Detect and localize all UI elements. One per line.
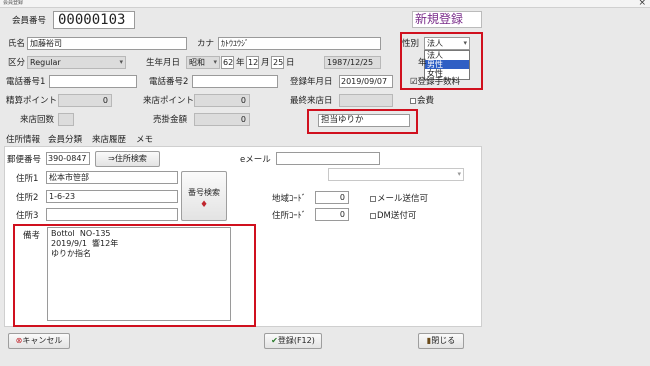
fee-label: 会費 [417,96,435,106]
day-unit: 日 [286,58,295,68]
note-line-1: Bottol NO-135 [51,229,111,238]
gender-selected-value: 法人 [427,39,443,48]
birth-date-display: 1987/12/25 [324,56,381,69]
birth-year-input[interactable]: 62 [221,56,234,69]
register-label: 登録(F12) [277,336,315,345]
kana-label: カナ [197,39,215,49]
reg-date-label: 登録年月日 [290,77,333,87]
window-title: 会員登録 [3,0,24,6]
checkbox-icon [370,212,376,219]
era-value: 昭和 [189,58,205,67]
phone1-label: 電話番号1 [6,77,46,87]
area-code-label: 地域ｺｰﾄﾞ [272,194,307,204]
phone2-label: 電話番号2 [149,77,189,87]
number-search-label: 番号検索 [188,188,220,197]
birth-month-input[interactable]: 12 [246,56,259,69]
area-code-input[interactable]: 0 [315,191,349,204]
settle-points-field: 0 [58,94,112,107]
staff-field[interactable]: 担当ゆりか [318,114,410,127]
class-select[interactable]: Regular ▾ [27,56,126,69]
email-input[interactable] [276,152,380,165]
dm-ok-label: DM送付可 [377,211,417,221]
window-close-icon[interactable]: × [638,0,646,8]
mail-ok-label: メール送信可 [377,194,429,204]
pin-icon: ♦ [199,200,209,210]
close-button[interactable]: ▮閉じる [418,333,464,349]
staff-value: ゆりか [338,115,364,125]
number-search-button[interactable]: 番号検索 ♦ [181,171,227,221]
tab-memo[interactable]: メモ [136,134,153,146]
tab-member-class[interactable]: 会員分類 [48,134,82,146]
phone1-input[interactable] [49,75,137,88]
arrow-right-icon: ⇒ [108,154,115,163]
gender-select[interactable]: 法人 ▾ [424,37,470,50]
name-input[interactable]: 加藤裕司 [27,37,187,50]
addr2-label: 住所2 [16,193,39,203]
staff-label: 担当 [321,115,339,125]
class-value: Regular [30,58,61,67]
phone2-input[interactable] [192,75,278,88]
checkbox-icon [370,195,376,202]
checkbox-icon [410,97,416,104]
visit-points-label: 来店ポイント [143,96,195,106]
reg-date-input[interactable]: 2019/09/07 [339,75,393,88]
member-no-label: 会員番号 [12,16,47,26]
zip-input[interactable]: 390-0847 [46,152,90,165]
dm-ok-checkbox[interactable]: DM送付可 [370,210,416,222]
note-label: 備考 [23,231,41,241]
addr3-input[interactable] [46,208,178,221]
note-line-3: ゆりか指名 [51,249,91,258]
gender-option-corporate[interactable]: 法人 [425,51,469,60]
address-search-button[interactable]: ⇒住所検索 [95,151,160,167]
kana-input[interactable]: ｶﾄｳﾕｳｼﾞ [218,37,381,50]
email-option-select[interactable]: ▾ [328,168,464,181]
credit-field: 0 [194,113,250,126]
last-visit-label: 最終来店日 [290,96,333,106]
era-select[interactable]: 昭和 ▾ [186,56,220,69]
birth-day-input[interactable]: 25 [271,56,284,69]
chevron-down-icon: ▾ [457,170,461,178]
settle-points-label: 精算ポイント [6,96,58,106]
class-label: 区分 [8,58,26,68]
addr1-input[interactable]: 松本市笹部 [46,171,178,184]
last-visit-field [339,94,393,107]
note-textarea[interactable]: Bottol NO-135 2019/9/1 響12年 ゆりか指名 [47,227,231,321]
mail-ok-checkbox[interactable]: メール送信可 [370,193,428,205]
tab-visit-history[interactable]: 来店履歴 [92,134,126,146]
addr3-label: 住所3 [16,211,39,221]
cancel-label: キャンセル [22,336,63,345]
tab-address[interactable]: 住所情報 [6,134,40,146]
addr1-label: 住所1 [16,174,39,184]
credit-label: 売掛金額 [153,115,188,125]
reg-fee-checkbox[interactable]: ☑登録手数料 [410,76,460,88]
birth-label: 生年月日 [146,58,181,68]
visit-points-field: 0 [194,94,250,107]
cancel-button[interactable]: ⊗キャンセル [8,333,70,349]
note-line-2: 2019/9/1 響12年 [51,239,119,248]
visit-count-field [58,113,74,126]
check-icon: ✔ [271,336,278,345]
close-label: 閉じる [431,336,456,345]
visit-count-label: 来店回数 [20,115,55,125]
email-label: eメール [240,155,271,165]
chevron-down-icon: ▾ [463,39,467,47]
address-search-label: 住所検索 [114,154,147,163]
register-button[interactable]: ✔登録(F12) [264,333,322,349]
year-unit: 年 [236,58,245,68]
member-no-field: 00000103 [53,11,135,29]
addr-code-label: 住所ｺｰﾄﾞ [272,211,307,221]
addr2-input[interactable]: 1-6-23 [46,190,178,203]
gender-option-male[interactable]: 男性 [425,60,469,69]
month-unit: 月 [261,58,270,68]
addr-code-input[interactable]: 0 [315,208,349,221]
chevron-down-icon: ▾ [213,58,217,66]
chevron-down-icon: ▾ [119,58,123,66]
title-bar: 会員登録 × [0,0,650,8]
fee-checkbox[interactable]: 会費 [410,95,434,107]
zip-label: 郵便番号 [7,155,42,165]
gender-label: 性別 [402,39,420,49]
mode-label: 新規登録 [412,11,482,28]
name-label: 氏名 [8,39,26,49]
age-label: 年 [418,58,427,68]
